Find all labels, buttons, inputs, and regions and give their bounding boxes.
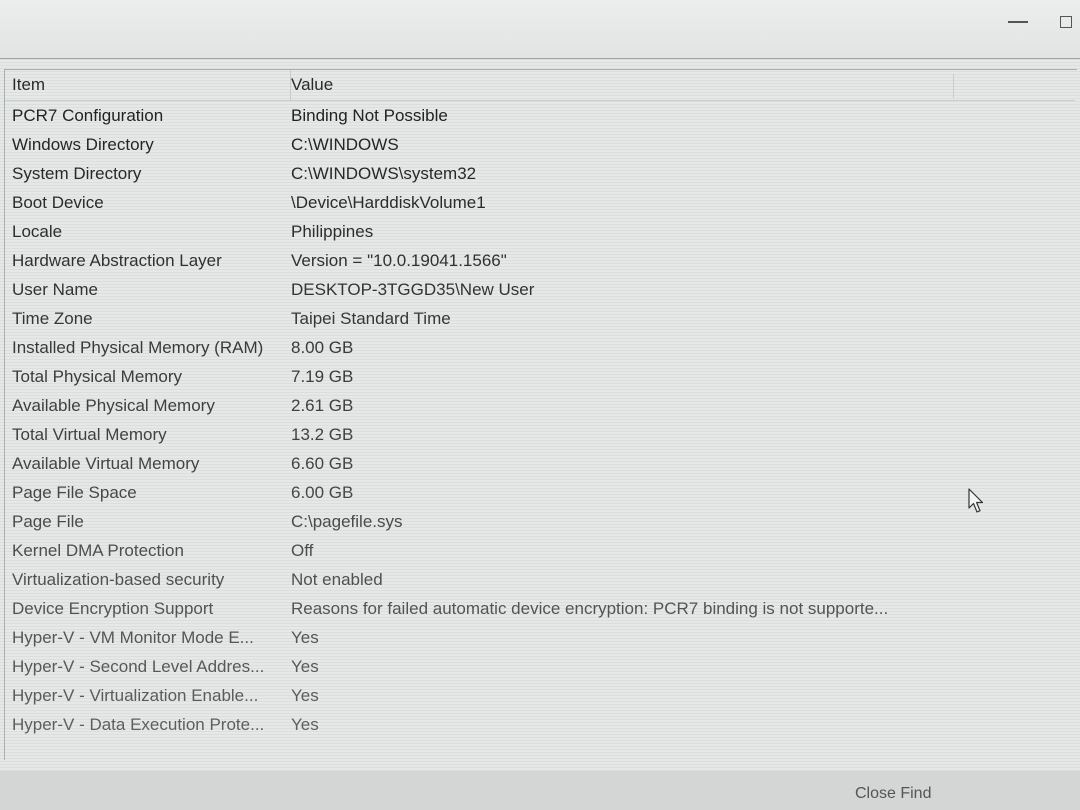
table-row[interactable]: Installed Physical Memory (RAM) 8.00 GB xyxy=(5,333,1075,362)
column-separator xyxy=(953,74,954,98)
table-row[interactable]: Available Virtual Memory 6.60 GB xyxy=(5,449,1075,478)
row-item-cell: Locale xyxy=(12,222,63,241)
system-summary-panel: Item Value PCR7 Configuration Binding Not… xyxy=(0,58,1080,771)
row-item-cell: Boot Device xyxy=(12,193,104,212)
row-value-cell: Yes xyxy=(291,628,319,647)
title-bar xyxy=(0,0,1080,58)
table-row[interactable]: Device Encryption Support Reasons for fai… xyxy=(5,594,1075,623)
row-value-cell: Yes xyxy=(291,686,319,705)
row-item-cell: PCR7 Configuration xyxy=(12,106,164,125)
row-item-cell: Time Zone xyxy=(12,309,93,328)
row-item-cell: Virtualization-based security xyxy=(12,570,225,589)
close-find-button[interactable]: Close Find xyxy=(855,785,931,803)
row-item-cell: Page File Space xyxy=(12,483,137,502)
row-item-cell: Total Virtual Memory xyxy=(12,425,167,444)
table-row[interactable]: Hyper-V - Data Execution Prote... Yes xyxy=(5,710,1075,739)
table-row[interactable]: Hardware Abstraction Layer Version = "10.… xyxy=(5,246,1075,275)
row-item-cell: Total Physical Memory xyxy=(12,367,183,386)
system-summary-list: Item Value PCR7 Configuration Binding Not… xyxy=(4,69,1077,760)
row-value-cell: Yes xyxy=(291,715,319,734)
row-item-cell: Available Physical Memory xyxy=(12,396,215,415)
row-value-cell: Version = "10.0.19041.1566" xyxy=(291,251,507,270)
row-value-cell: 6.00 GB xyxy=(291,483,354,502)
table-row[interactable]: System Directory C:\WINDOWS\system32 xyxy=(5,159,1075,188)
maximize-icon xyxy=(1060,16,1072,28)
row-item-cell: Windows Directory xyxy=(12,135,154,154)
column-header-item[interactable]: Item xyxy=(5,70,291,100)
row-value-cell: Taipei Standard Time xyxy=(291,309,451,328)
table-row[interactable]: PCR7 Configuration Binding Not Possible xyxy=(5,101,1075,130)
row-item-cell: Kernel DMA Protection xyxy=(12,541,184,560)
row-item-cell: Page File xyxy=(12,512,84,531)
table-row[interactable]: Hyper-V - Second Level Addres... Yes xyxy=(5,652,1075,681)
maximize-button[interactable] xyxy=(1060,8,1080,36)
table-row[interactable]: Page File C:\pagefile.sys xyxy=(5,507,1075,536)
row-value-cell: Not enabled xyxy=(291,570,383,589)
row-value-cell: Philippines xyxy=(291,222,374,241)
row-value-cell: 13.2 GB xyxy=(291,425,354,444)
table-row[interactable]: Time Zone Taipei Standard Time xyxy=(5,304,1075,333)
column-header-row: Item Value xyxy=(5,70,1075,101)
row-item-cell: Hyper-V - VM Monitor Mode E... xyxy=(12,628,254,647)
row-value-cell: Off xyxy=(291,541,314,560)
table-row[interactable]: Hyper-V - VM Monitor Mode E... Yes xyxy=(5,623,1075,652)
table-row[interactable]: Locale Philippines xyxy=(5,217,1075,246)
minimize-icon xyxy=(1008,21,1028,23)
table-row[interactable]: Kernel DMA Protection Off xyxy=(5,536,1075,565)
row-value-cell: C:\WINDOWS\system32 xyxy=(291,164,477,183)
table-row[interactable]: Windows Directory C:\WINDOWS xyxy=(5,130,1075,159)
row-value-cell: C:\WINDOWS xyxy=(291,135,399,154)
table-row[interactable]: Available Physical Memory 2.61 GB xyxy=(5,391,1075,420)
row-value-cell: C:\pagefile.sys xyxy=(291,512,403,531)
row-value-cell: Reasons for failed automatic device encr… xyxy=(291,599,889,618)
table-row[interactable]: Boot Device \Device\HarddiskVolume1 xyxy=(5,188,1075,217)
row-value-cell: Binding Not Possible xyxy=(291,106,448,125)
row-value-cell: DESKTOP-3TGGD35\New User xyxy=(291,280,535,299)
row-item-cell: Hyper-V - Second Level Addres... xyxy=(12,657,265,676)
find-bar: Close Find xyxy=(0,771,1080,810)
row-value-cell: Yes xyxy=(291,657,319,676)
row-item-cell: Hyper-V - Data Execution Prote... xyxy=(12,715,265,734)
table-row[interactable]: Total Virtual Memory 13.2 GB xyxy=(5,420,1075,449)
row-item-cell: Hardware Abstraction Layer xyxy=(12,251,222,270)
row-value-cell: 7.19 GB xyxy=(291,367,354,386)
table-row[interactable]: Page File Space 6.00 GB xyxy=(5,478,1075,507)
table-row[interactable]: Virtualization-based security Not enabled xyxy=(5,565,1075,594)
table-row[interactable]: Hyper-V - Virtualization Enable... Yes xyxy=(5,681,1075,710)
row-item-cell: System Directory xyxy=(12,164,142,183)
column-header-value[interactable]: Value xyxy=(284,70,951,100)
row-item-cell: Hyper-V - Virtualization Enable... xyxy=(12,686,259,705)
row-item-cell: User Name xyxy=(12,280,98,299)
row-value-cell: 2.61 GB xyxy=(291,396,354,415)
minimize-button[interactable] xyxy=(1000,8,1036,36)
table-row[interactable]: User Name DESKTOP-3TGGD35\New User xyxy=(5,275,1075,304)
row-item-cell: Device Encryption Support xyxy=(12,599,214,618)
table-row[interactable]: Total Physical Memory 7.19 GB xyxy=(5,362,1075,391)
row-value-cell: 6.60 GB xyxy=(291,454,354,473)
row-value-cell: 8.00 GB xyxy=(291,338,354,357)
mouse-pointer-icon xyxy=(968,488,984,513)
row-item-cell: Installed Physical Memory (RAM) xyxy=(12,338,264,357)
row-item-cell: Available Virtual Memory xyxy=(12,454,200,473)
row-value-cell: \Device\HarddiskVolume1 xyxy=(291,193,486,212)
